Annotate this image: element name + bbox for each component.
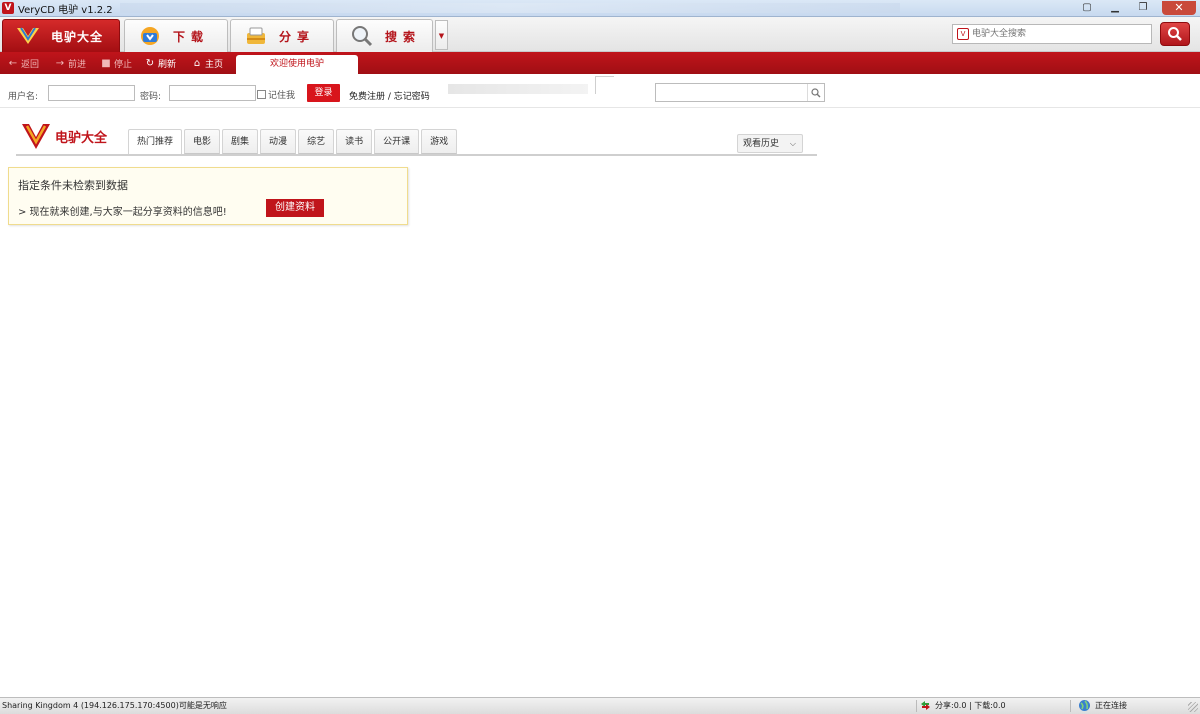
create-entry-button[interactable]: 创建资料 <box>266 199 324 217</box>
notice-hint: > 现在就来创建,与大家一起分享资料的信息吧! <box>18 207 227 218</box>
verycd-logo-icon <box>15 24 41 48</box>
top-search-input[interactable] <box>972 26 1147 42</box>
forward-button[interactable]: → 前进 <box>55 55 86 71</box>
tab-hot[interactable]: 热门推荐 <box>128 129 183 155</box>
verycd-all-logo: 电驴大全 <box>20 120 107 152</box>
more-tabs-chevron-icon[interactable]: ▼ <box>435 20 448 50</box>
magnifier-icon <box>1168 27 1182 41</box>
register-link[interactable]: 免费注册 / 忘记密码 <box>349 89 430 102</box>
verycd-search-icon: V <box>957 28 969 40</box>
server-status: Sharing Kingdom 4 (194.126.175.170:4500)… <box>2 701 227 710</box>
stop-icon: ■ <box>101 57 111 69</box>
tab-games[interactable]: 游戏 <box>421 129 458 154</box>
status-bar: Sharing Kingdom 4 (194.126.175.170:4500)… <box>0 697 1200 714</box>
connection-text: 正在连接 <box>1095 701 1127 710</box>
stop-button[interactable]: ■ 停止 <box>101 55 132 71</box>
stop-label: 停止 <box>114 59 133 70</box>
app-icon: V <box>2 2 14 14</box>
content-search-icon[interactable] <box>807 84 824 101</box>
download-icon <box>137 24 163 48</box>
chevron-down-icon: ⌵ <box>789 139 796 148</box>
password-input[interactable] <box>169 85 256 101</box>
notice-message: 指定条件未检索到数据 <box>18 179 128 192</box>
tab-label: 电驴大全 <box>51 29 104 44</box>
remember-me[interactable]: 记住我 <box>257 88 295 101</box>
search-button[interactable] <box>1160 22 1190 46</box>
transfer-arrows-icon <box>921 701 930 710</box>
restore-icon[interactable]: ❐ <box>1134 1 1152 15</box>
username-input[interactable] <box>48 85 135 101</box>
forward-label: 前进 <box>68 59 87 70</box>
window-controls: ▢ ▁ ❐ ✕ <box>1078 0 1196 16</box>
remember-checkbox[interactable] <box>257 90 266 99</box>
tab-search[interactable]: 搜索 <box>336 19 433 52</box>
transfer-stats-text: 分享:0.0 | 下载:0.0 <box>935 701 1006 710</box>
back-label: 返回 <box>21 59 40 70</box>
minimize-icon[interactable]: ▁ <box>1106 1 1124 15</box>
no-results-notice: 指定条件未检索到数据 > 现在就来创建,与大家一起分享资料的信息吧! 创建资料 <box>8 167 408 225</box>
divider <box>1070 700 1071 712</box>
tab-label: 分享 <box>279 29 316 44</box>
divider <box>596 76 614 77</box>
tab-label: 搜索 <box>385 29 422 44</box>
username-label: 用户名: <box>8 92 39 102</box>
tab-variety[interactable]: 综艺 <box>298 129 335 154</box>
close-icon[interactable]: ✕ <box>1162 1 1196 15</box>
blurred-area <box>448 84 588 94</box>
verycd-v-logo-icon <box>22 124 50 149</box>
refresh-label: 刷新 <box>158 59 177 70</box>
watch-history-button[interactable]: 观看历史 ⌵ <box>737 134 803 153</box>
divider <box>916 700 917 712</box>
transfer-stats: 分享:0.0 | 下载:0.0 <box>920 700 1006 711</box>
forward-arrow-icon: → <box>55 57 65 69</box>
category-tabs: 热门推荐 电影 剧集 动漫 综艺 读书 公开课 游戏 <box>128 129 459 155</box>
connection-status: 正在连接 <box>1078 699 1127 712</box>
navigation-bar <box>0 52 1200 74</box>
back-button[interactable]: ← 返回 <box>8 55 39 71</box>
tab-label: 下载 <box>173 29 210 44</box>
login-button[interactable]: 登录 <box>307 84 340 102</box>
refresh-button[interactable]: ↻ 刷新 <box>145 55 176 71</box>
top-search-box: V <box>952 24 1152 44</box>
tab-open-course[interactable]: 公开课 <box>374 129 420 154</box>
search-icon <box>349 24 375 48</box>
divider <box>595 76 596 94</box>
home-label: 主页 <box>205 59 224 70</box>
title-bar: V VeryCD 电驴 v1.2.2 ▢ ▁ ❐ ✕ <box>0 0 1200 17</box>
home-button[interactable]: ⌂ 主页 <box>192 55 223 71</box>
content-search-input[interactable] <box>655 83 825 102</box>
refresh-icon: ↻ <box>145 57 155 69</box>
share-icon <box>243 24 269 48</box>
tab-books[interactable]: 读书 <box>336 129 373 154</box>
history-label: 观看历史 <box>743 139 780 149</box>
page-tab-welcome[interactable]: 欢迎使用电驴 <box>236 55 358 74</box>
tab-movie[interactable]: 电影 <box>184 129 221 154</box>
remember-label: 记住我 <box>268 91 296 101</box>
resize-grip-icon[interactable] <box>1188 702 1198 712</box>
tab-series[interactable]: 剧集 <box>222 129 259 154</box>
tab-verycd-all[interactable]: 电驴大全 <box>2 19 120 52</box>
tab-anime[interactable]: 动漫 <box>260 129 297 154</box>
tab-download[interactable]: 下载 <box>124 19 228 52</box>
window-title: VeryCD 电驴 v1.2.2 <box>18 5 113 16</box>
home-icon: ⌂ <box>193 57 201 69</box>
skin-icon[interactable]: ▢ <box>1078 1 1096 15</box>
password-label: 密码: <box>140 92 162 102</box>
back-arrow-icon: ← <box>8 57 18 69</box>
tab-share[interactable]: 分享 <box>230 19 334 52</box>
logo-text: 电驴大全 <box>55 130 108 146</box>
tab-underline <box>16 154 817 156</box>
network-globe-icon <box>1079 700 1090 711</box>
title-bar-highlight <box>120 3 900 13</box>
